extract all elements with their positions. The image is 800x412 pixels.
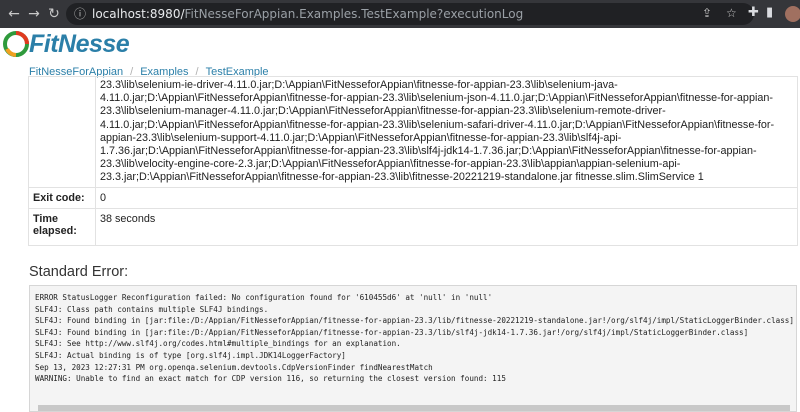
standard-error-output: ERROR StatusLogger Reconfiguration faile… [29,285,797,412]
stderr-line: SLF4J: See http://www.slf4j.org/codes.ht… [35,339,401,349]
exit-code-label: Exit code: [28,186,96,209]
url-path: FitNesseForAppian.Examples.TestExample?e… [184,7,524,21]
stderr-line: SLF4J: Actual binding is of type [org.sl… [35,350,346,360]
execution-log-table: 23.3\lib\selenium-ie-driver-4.11.0.jar;D… [28,76,798,246]
time-elapsed-value: 38 seconds [95,207,798,246]
command-line: 23.3\lib\velocity-engine-core-2.3.jar;D:… [100,158,681,171]
url-host: localhost:8980/ [92,7,185,21]
stderr-line: SLF4J: Class path contains multiple SLF4… [35,304,269,314]
exit-code-row: Exit code: 0 [28,186,798,209]
time-elapsed-label: Time elapsed: [28,207,96,246]
command-line: 4.11.0.jar;D:\Appian\FitNesseforAppian\f… [100,118,775,131]
stderr-line: SLF4J: Found binding in [jar:file:/D:/Ap… [35,316,794,326]
command-line: appian-23.3\lib\selenium-support-4.11.0.… [100,131,622,144]
command-text: 23.3\lib\selenium-ie-driver-4.11.0.jar;D… [100,79,793,185]
command-label-cell [28,76,96,188]
share-icon[interactable]: ⇪ [702,6,712,20]
command-line: 23.3\lib\selenium-manager-4.11.0.jar;D:\… [100,105,666,118]
command-line: 23.3.jar;D:\Appian\FitNesseforAppian\fit… [100,171,704,184]
back-icon[interactable]: ← [4,4,24,24]
command-row: 23.3\lib\selenium-ie-driver-4.11.0.jar;D… [28,76,798,188]
bookmark-star-icon[interactable]: ☆ [726,6,737,20]
url-text[interactable]: localhost:8980/FitNesseForAppian.Example… [92,7,523,21]
stderr-line: WARNING: Unable to find an exact match f… [35,374,506,384]
extensions-icon[interactable]: ✚ [748,5,759,20]
forward-icon[interactable]: → [24,4,44,24]
stderr-line: ERROR StatusLogger Reconfiguration faile… [35,293,493,302]
side-panel-icon[interactable]: ▮ [766,5,773,20]
stderr-line: Sep 13, 2023 12:27:31 PM org.openqa.sele… [35,362,433,372]
horizontal-scrollbar[interactable] [38,405,790,411]
command-line: 4.11.0.jar;D:\Appian\FitNesseforAppian\f… [100,92,773,105]
fitnesse-logo-text[interactable]: FitNesse [29,30,130,59]
standard-error-lines: ERROR StatusLogger Reconfiguration faile… [30,292,796,385]
command-cell: 23.3\lib\selenium-ie-driver-4.11.0.jar;D… [95,76,798,188]
site-info-icon[interactable]: ⓘ [74,5,86,22]
stderr-line: SLF4J: Found binding in [jar:file:/D:/Ap… [35,327,749,337]
command-line: 1.7.36.jar;D:\Appian\FitNesseforAppian\f… [100,145,757,158]
exit-code-value: 0 [95,186,798,209]
address-bar[interactable]: ⓘ localhost:8980/FitNesseForAppian.Examp… [66,3,754,25]
profile-avatar[interactable] [785,6,800,22]
standard-error-heading: Standard Error: [29,264,129,280]
browser-toolbar: ← → ↻ ⓘ localhost:8980/FitNesseForAppian… [0,0,800,28]
reload-icon[interactable]: ↻ [44,4,64,24]
fitnesse-logo-icon[interactable] [3,31,29,57]
time-elapsed-row: Time elapsed: 38 seconds [28,207,798,246]
command-line: 23.3\lib\selenium-ie-driver-4.11.0.jar;D… [100,79,618,91]
